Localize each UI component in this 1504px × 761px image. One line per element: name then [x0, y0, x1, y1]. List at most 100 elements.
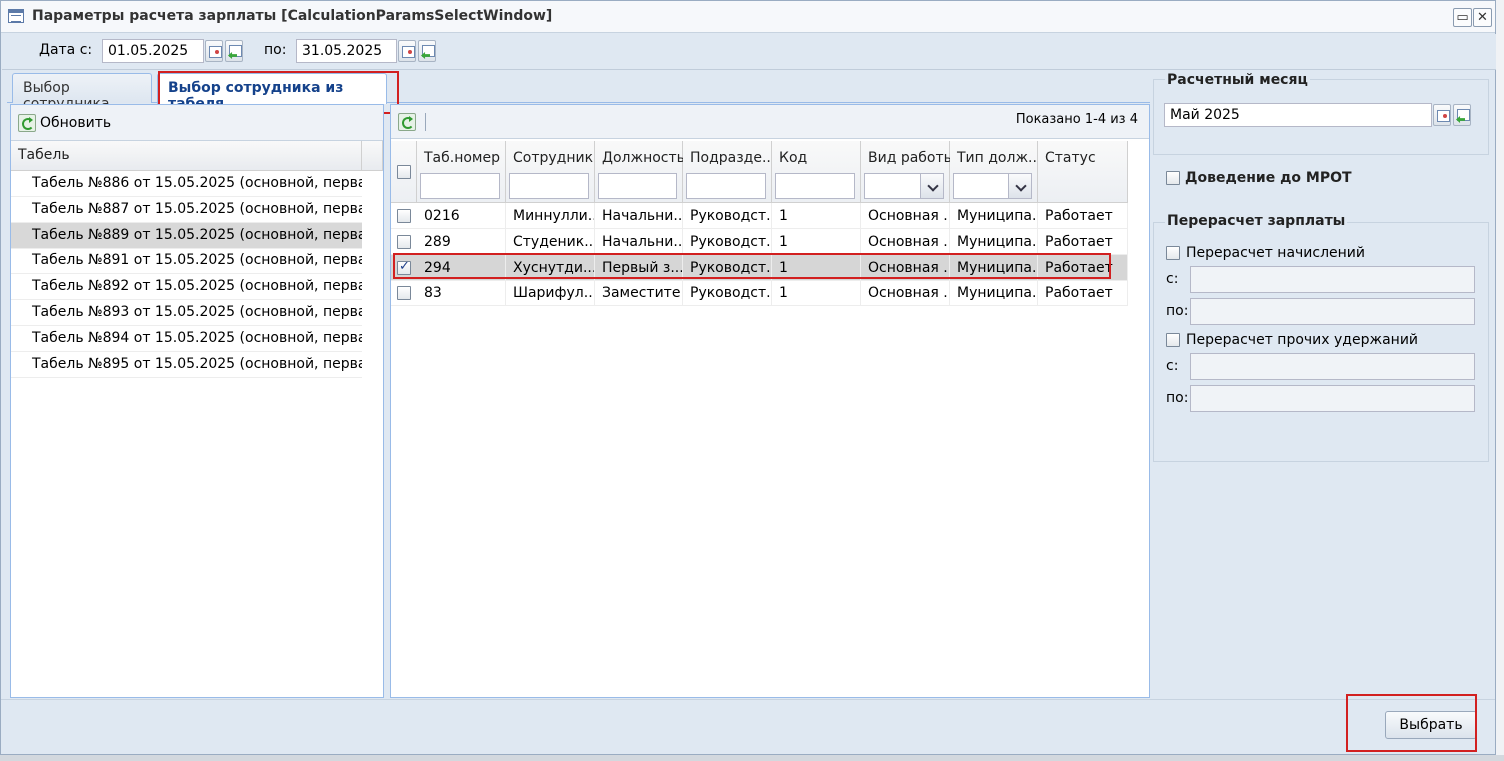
- cell-department: Руководст...: [683, 228, 772, 254]
- accruals-from-label: с:: [1166, 271, 1179, 287]
- filter-department[interactable]: [686, 173, 766, 199]
- grid-row[interactable]: 289 Студеник... Начальни... Руководст... 1 Ос…: [391, 228, 1128, 255]
- select-all-header: [391, 141, 417, 203]
- timesheet-column-header[interactable]: Табель: [11, 141, 362, 171]
- cell-position: Начальни...: [595, 203, 683, 228]
- column-header-label: Вид работы: [868, 150, 955, 166]
- cell-work-type: Основная ...: [861, 228, 950, 254]
- column-header-label: Подразде...: [690, 150, 776, 166]
- recalc-other-checkbox[interactable]: [1166, 333, 1180, 347]
- column-header-label: Код: [779, 150, 808, 166]
- close-button[interactable]: ✕: [1473, 8, 1492, 27]
- cell-position-type: Муниципа...: [950, 280, 1038, 306]
- cell-tab-number: 83: [417, 280, 506, 306]
- chevron-down-icon[interactable]: [927, 180, 939, 192]
- cell-position-type: Муниципа...: [950, 203, 1038, 228]
- column-header-work-type[interactable]: Вид работы: [861, 141, 955, 203]
- date-to-field[interactable]: 31.05.2025: [296, 39, 397, 63]
- button-bar: [1, 699, 1495, 751]
- chevron-down-icon[interactable]: [1015, 180, 1027, 192]
- filter-position[interactable]: [598, 173, 677, 199]
- timesheet-panel: Обновить Табель Табель №886 от 15.05.202…: [10, 104, 384, 698]
- other-from-field[interactable]: [1190, 353, 1475, 380]
- date-filter-bar: Дата с: 01.05.2025 по: 31.05.2025: [2, 34, 1496, 70]
- cell-employee: Миннулли...: [506, 203, 595, 228]
- highlight-box: [1346, 694, 1477, 752]
- date-from-field[interactable]: 01.05.2025: [102, 39, 204, 63]
- header-spacer: [362, 141, 383, 171]
- mrot-label: Доведение до МРОТ: [1185, 170, 1352, 186]
- other-from-label: с:: [1166, 358, 1179, 374]
- cell-employee: Студеник...: [506, 228, 595, 254]
- column-header-label: Статус: [1045, 150, 1096, 166]
- cell-work-type: Основная ...: [861, 203, 950, 228]
- select-all-checkbox[interactable]: [397, 165, 411, 179]
- cell-tab-number: 289: [417, 228, 506, 254]
- timesheet-row[interactable]: Табель №887 от 15.05.2025 (основной, пер…: [11, 197, 362, 223]
- maximize-button[interactable]: ▭: [1453, 8, 1472, 27]
- grid-row[interactable]: 0216 Миннулли... Начальни... Руководст... 1 О…: [391, 203, 1128, 229]
- row-checkbox[interactable]: [397, 234, 411, 249]
- employee-grid-panel: Показано 1-4 из 4 Таб.номер Сотрудник Долж…: [390, 104, 1150, 698]
- toolbar-separator: [425, 113, 426, 131]
- cell-department: Руководст...: [683, 280, 772, 306]
- calendar-icon[interactable]: [205, 40, 223, 62]
- clear-date-icon[interactable]: [225, 40, 243, 62]
- timesheet-row[interactable]: Табель №894 от 15.05.2025 (основной, пер…: [11, 326, 362, 352]
- calendar-icon[interactable]: [1433, 104, 1451, 126]
- column-header-label: Тип долж...: [957, 150, 1042, 166]
- timesheet-row[interactable]: Табель №895 от 15.05.2025 (основной, пер…: [11, 352, 362, 378]
- column-header-code[interactable]: Код: [772, 141, 861, 203]
- filter-position-type[interactable]: [953, 173, 1032, 199]
- clear-date-icon[interactable]: [418, 40, 436, 62]
- accruals-to-field[interactable]: [1190, 298, 1475, 325]
- refresh-button[interactable]: Обновить: [15, 111, 111, 135]
- settlement-month-field[interactable]: Май 2025: [1164, 103, 1432, 127]
- date-from-label: Дата с:: [39, 42, 93, 58]
- cell-position: Начальни...: [595, 228, 683, 254]
- recalc-legend: Перерасчет зарплаты: [1165, 213, 1348, 229]
- filter-employee[interactable]: [509, 173, 589, 199]
- grid-toolbar: Показано 1-4 из 4: [391, 105, 1149, 139]
- accruals-from-field[interactable]: [1190, 266, 1475, 293]
- settlement-month-legend: Расчетный месяц: [1165, 72, 1310, 88]
- calendar-icon[interactable]: [398, 40, 416, 62]
- filter-tab-number[interactable]: [420, 173, 500, 199]
- cell-tab-number: 0216: [417, 203, 506, 228]
- grid-row[interactable]: 83Шарифул...Заместите...Руководст...1Осн…: [391, 280, 1128, 307]
- cell-status: Работает: [1038, 228, 1128, 254]
- recalc-accruals-checkbox[interactable]: [1166, 246, 1180, 260]
- clear-date-icon[interactable]: [1453, 104, 1471, 126]
- highlight-box: [393, 253, 1111, 279]
- window-title: Параметры расчета зарплаты [CalculationP…: [32, 8, 553, 24]
- background-edge: [0, 755, 1504, 761]
- column-header-position[interactable]: Должность: [595, 141, 685, 203]
- accruals-to-label: по:: [1166, 303, 1189, 319]
- cell-status: Работает: [1038, 203, 1128, 228]
- column-header-tab-number[interactable]: Таб.номер: [417, 141, 506, 203]
- refresh-icon[interactable]: [398, 113, 416, 131]
- timesheet-row[interactable]: Табель №892 от 15.05.2025 (основной, пер…: [11, 274, 362, 301]
- column-header-position-type[interactable]: Тип долж...: [950, 141, 1042, 203]
- timesheet-row[interactable]: Табель №889 от 15.05.2025 (основной, пер…: [11, 222, 362, 249]
- timesheet-row[interactable]: Табель №891 от 15.05.2025 (основной, пер…: [11, 248, 362, 275]
- row-checkbox[interactable]: [397, 209, 411, 223]
- timesheet-row[interactable]: Табель №893 от 15.05.2025 (основной, пер…: [11, 300, 362, 326]
- column-header-status[interactable]: Статус: [1038, 141, 1128, 203]
- filter-code[interactable]: [775, 173, 855, 199]
- cell-status: Работает: [1038, 280, 1128, 306]
- column-header-label: Таб.номер: [424, 150, 500, 166]
- cell-code: 1: [772, 280, 861, 306]
- row-checkbox[interactable]: [397, 286, 411, 301]
- column-header-employee[interactable]: Сотрудник: [506, 141, 595, 203]
- timesheet-row[interactable]: Табель №886 от 15.05.2025 (основной, пер…: [11, 171, 362, 197]
- mrot-checkbox[interactable]: [1166, 171, 1180, 185]
- filter-work-type[interactable]: [864, 173, 944, 199]
- column-header-department[interactable]: Подразде...: [683, 141, 776, 203]
- tab-employee-select[interactable]: Выбор сотрудника: [12, 73, 152, 112]
- cell-position-type: Муниципа...: [950, 228, 1038, 254]
- cell-position: Заместите...: [595, 280, 683, 306]
- other-to-label: по:: [1166, 390, 1189, 406]
- other-to-field[interactable]: [1190, 385, 1475, 412]
- date-to-label: по:: [264, 42, 287, 58]
